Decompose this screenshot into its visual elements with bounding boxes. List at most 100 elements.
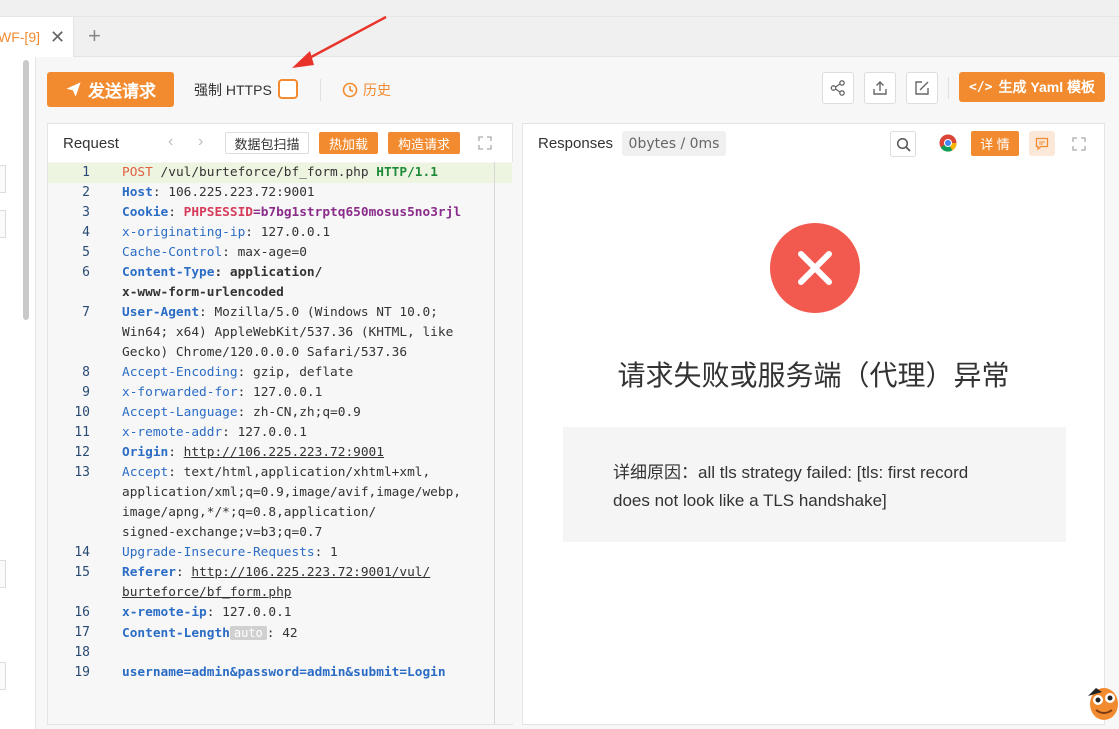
mascot-icon [1088,688,1118,720]
history-button[interactable]: 历史 [342,80,391,100]
code-line: application/xml;q=0.9,image/avif,image/w… [122,485,461,500]
cookie-value: =b7bg1strptq650mosus5no3rjl [253,205,462,220]
header-sep: : [168,445,184,460]
send-request-button[interactable]: 发送请求 [47,72,174,107]
header-value: : 127.0.0.1 [237,385,323,400]
packet-scan-button[interactable]: 数据包扫描 [225,132,309,154]
line-number: 13 [74,465,90,480]
detail-button[interactable]: 详 情 [971,131,1019,156]
header-value: : Mozilla/5.0 (Windows NT 10.0; [199,305,438,320]
error-detail-line: does not look like a TLS handshake] [613,491,887,510]
left-panel-field[interactable] [0,210,6,238]
line-number: 3 [82,205,90,220]
header-value: : max-age=0 [222,245,307,260]
search-button[interactable] [890,131,916,157]
hot-load-button[interactable]: 热加载 [319,132,378,154]
chevron-left-icon[interactable]: ‹ [168,133,173,151]
code-line: Cookie: PHPSESSID=b7bg1strptq650mosus5no… [122,203,461,223]
error-detail-text: 详细原因：all tls strategy failed: [tls: firs… [613,459,1013,515]
send-label: 发送请求 [88,82,156,101]
line-number: 9 [82,385,90,400]
line-number: 10 [74,405,90,420]
header-key: Cookie [122,205,169,220]
left-scrollbar[interactable] [23,60,29,320]
origin-link[interactable]: http://106.225.223.72:9001 [184,445,384,460]
header-key: Content-Length [122,626,230,641]
line-number: 7 [82,305,90,320]
code-line: signed-exchange;v=b3;q=0.7 [122,525,323,540]
header-value: : 42 [266,626,298,641]
header-key: x-originating-ip [122,225,246,240]
request-title: Request [63,135,119,152]
auto-badge: auto [229,626,267,640]
left-panel-field[interactable] [0,165,6,193]
header-key: Cache-Control [122,245,223,260]
force-https-label: 强制 HTTPS [194,82,272,98]
line-number: 16 [74,605,90,620]
left-panel-field[interactable] [0,560,6,588]
line-number: 17 [74,625,90,640]
line-number: 15 [74,565,90,580]
header-sep: : [175,565,192,580]
history-label: 历史 [363,82,391,98]
edit-button[interactable] [906,72,938,104]
annotation-arrow-icon [292,15,387,68]
expand-icon[interactable] [478,136,492,153]
code-line: User-Agent: Mozilla/5.0 (Windows NT 10.0… [122,303,438,323]
comment-button[interactable] [1029,131,1055,156]
code-line: Accept: text/html,application/xhtml+xml, [122,463,430,483]
header-key: Accept-Language [122,405,238,420]
referer-link[interactable]: http://106.225.223.72:9001/vul/ [191,565,430,580]
header-key: x-remote-ip [122,605,207,620]
tab-wf[interactable]: WF-[9] ✕ [0,17,74,57]
clock-icon [342,82,358,98]
header-key: x-forwarded-for [122,385,238,400]
code-line: x-originating-ip: 127.0.0.1 [122,223,330,243]
line-number: 8 [82,365,90,380]
left-panel-field[interactable] [0,662,6,690]
line-number: 6 [82,265,90,280]
code-line: Upgrade-Insecure-Requests: 1 [122,543,338,563]
expand-icon[interactable] [1072,137,1086,154]
header-key: Referer [122,565,176,580]
send-icon [66,82,81,97]
header-value: : zh-CN,zh;q=0.9 [237,405,361,420]
line-number: 4 [82,225,90,240]
code-line: x-forwarded-for: 127.0.0.1 [122,383,322,403]
header-key: User-Agent [122,305,200,320]
header-key: Content-Type [122,265,215,280]
force-https-checkbox[interactable] [278,79,298,99]
upload-icon [873,81,887,95]
close-icon[interactable]: ✕ [50,28,65,46]
divider [948,77,949,99]
line-number: 11 [74,425,90,440]
code-line: x-remote-ip: 127.0.0.1 [122,603,292,623]
code-line: Host: 106.225.223.72:9001 [122,183,315,203]
chrome-icon[interactable] [939,134,957,155]
code-line: Win64; x64) AppleWebKit/537.36 (KHTML, l… [122,325,454,340]
line-number: 1 [82,165,90,180]
generate-yaml-button[interactable]: </> 生成 Yaml 模板 [959,72,1105,102]
code-line: Content-Type: application/ [122,263,322,283]
export-button[interactable] [864,72,896,104]
response-panel [522,123,1105,725]
referer-link-cont[interactable]: burteforce/bf_form.php [122,583,292,603]
header-key: Host [122,185,153,200]
header-value: : 127.0.0.1 [245,225,331,240]
left-side-panel [0,57,36,729]
code-line: image/apng,*/*;q=0.8,application/ [122,505,377,520]
code-line: Accept-Encoding: gzip, deflate [122,363,353,383]
error-icon [770,223,860,313]
cookie-key: PHPSESSID [183,205,253,220]
add-tab-icon[interactable]: + [88,25,101,47]
chevron-right-icon[interactable]: › [198,133,203,151]
share-button[interactable] [822,72,854,104]
code-line: x-www-form-urlencoded [122,285,284,300]
code-line: Cache-Control: max-age=0 [122,243,307,263]
search-icon [896,137,911,152]
line-number: 18 [74,645,90,660]
line-number: 5 [82,245,90,260]
responses-title: Responses [538,135,614,152]
construct-request-button[interactable]: 构造请求 [388,132,460,154]
header-value: : gzip, deflate [237,365,354,380]
